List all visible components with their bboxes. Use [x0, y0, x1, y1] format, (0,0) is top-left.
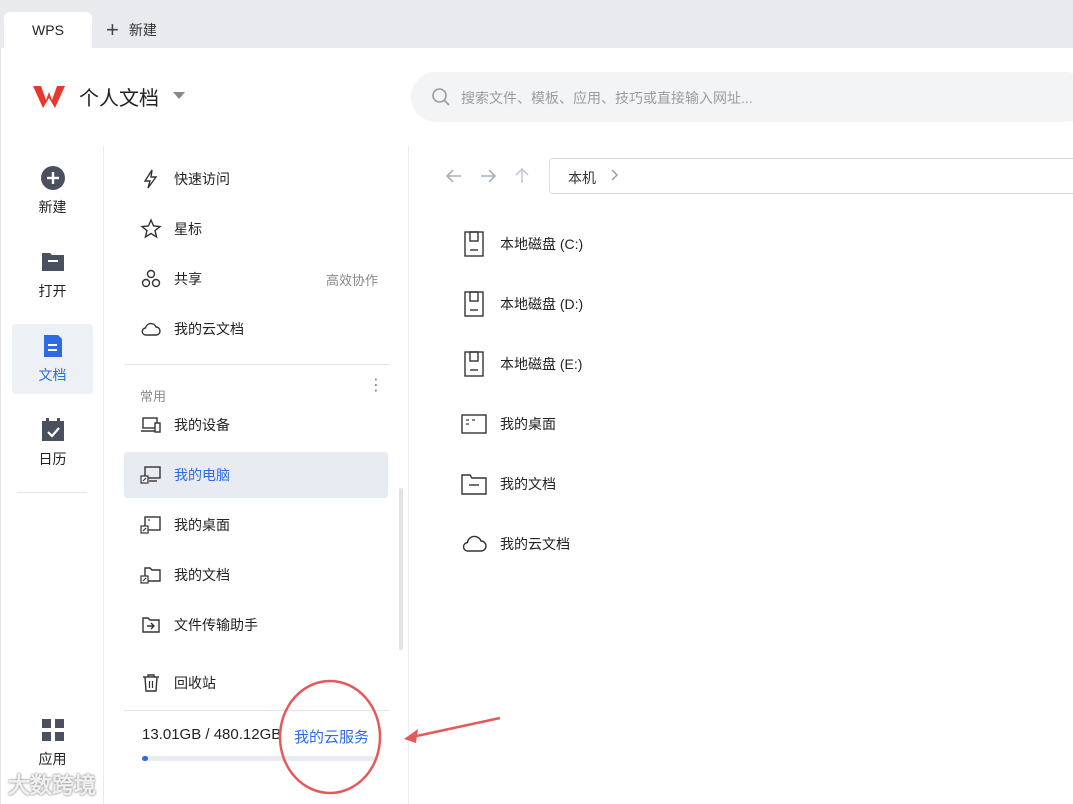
file-item-label: 本地磁盘 (C:): [500, 236, 584, 252]
nav-shared-label: 共享: [174, 271, 202, 287]
nav-my-desktop[interactable]: 我的桌面: [124, 502, 388, 548]
nav-shared[interactable]: 共享 高效协作: [124, 256, 388, 302]
rail-apps-label: 应用: [38, 751, 67, 767]
more-options-icon[interactable]: ⋮: [368, 378, 384, 394]
watermark-text: 大数跨境: [8, 773, 97, 798]
nav-my-documents[interactable]: 我的文档: [124, 552, 388, 598]
search-input[interactable]: 搜索文件、模板、应用、技巧或直接输入网址...: [411, 72, 1073, 122]
rail-calendar-label: 日历: [38, 451, 67, 467]
storage-usage: 13.01GB / 480.12GB: [142, 726, 282, 743]
tab-wps-label: WPS: [32, 22, 64, 38]
forward-arrow-icon[interactable]: [478, 166, 498, 186]
new-tab-label: 新建: [128, 22, 157, 38]
file-item-documents[interactable]: 我的文档: [460, 464, 556, 504]
file-item-label: 本地磁盘 (E:): [500, 356, 583, 372]
watermark: 大数跨境: [8, 768, 96, 800]
nav-recycle-bin-label: 回收站: [174, 675, 216, 691]
cloud-service-link[interactable]: 我的云服务: [294, 726, 369, 747]
nav-cloud-docs[interactable]: 我的云文档: [124, 306, 388, 352]
page-title[interactable]: 个人文档: [79, 82, 159, 111]
shared-collab-tag[interactable]: 高效协作: [326, 270, 378, 289]
lightning-icon: [143, 169, 158, 189]
panel-scrollbar[interactable]: [399, 488, 403, 650]
file-item-label: 我的云文档: [500, 536, 570, 552]
file-item-disk-e[interactable]: 本地磁盘 (E:): [460, 344, 582, 384]
file-item-disk-c[interactable]: 本地磁盘 (C:): [460, 224, 583, 264]
rail-documents-label: 文档: [38, 367, 67, 383]
back-arrow-icon[interactable]: [444, 166, 464, 186]
search-icon: [432, 88, 450, 106]
plus-circle-icon: [40, 166, 65, 190]
nav-panel: 快速访问 星标 共享 高效协作 我的云文档 常用 ⋮ 我的设备 我的电脑 我的桌…: [103, 146, 409, 804]
document-icon: [43, 335, 62, 357]
nav-my-documents-label: 我的文档: [174, 567, 230, 583]
rail-divider: [17, 492, 87, 493]
nav-my-computer-label: 我的电脑: [174, 467, 230, 483]
path-breadcrumb[interactable]: 本机: [549, 158, 1073, 194]
path-current[interactable]: 本机: [568, 168, 596, 188]
file-item-cloud-docs[interactable]: 我的云文档: [460, 524, 570, 564]
nav-my-desktop-label: 我的桌面: [174, 517, 230, 533]
nav-cloud-docs-label: 我的云文档: [174, 321, 244, 337]
tab-bar: WPS + 新建: [0, 0, 1073, 48]
folder-icon: [41, 253, 64, 271]
search-placeholder: 搜索文件、模板、应用、技巧或直接输入网址...: [461, 90, 753, 106]
documents-folder-icon: [140, 567, 161, 584]
file-item-disk-d[interactable]: 本地磁盘 (D:): [460, 284, 583, 324]
disk-icon: [464, 231, 484, 257]
tab-wps[interactable]: WPS: [4, 12, 92, 48]
new-tab-button[interactable]: + 新建: [106, 12, 157, 48]
nav-my-computer[interactable]: 我的电脑: [124, 452, 388, 498]
nav-recycle-bin[interactable]: 回收站: [124, 660, 388, 706]
nav-starred[interactable]: 星标: [124, 206, 388, 252]
nav-file-transfer[interactable]: 文件传输助手: [124, 602, 388, 648]
file-item-label: 本地磁盘 (D:): [500, 296, 584, 312]
disk-icon: [464, 351, 484, 377]
rail-new-label: 新建: [38, 199, 67, 215]
rail-calendar[interactable]: 日历: [12, 408, 93, 478]
computer-icon: [140, 466, 161, 484]
file-item-label: 我的桌面: [500, 416, 556, 432]
up-arrow-icon[interactable]: [512, 166, 532, 186]
rail-documents[interactable]: 文档: [12, 324, 93, 394]
cloud-icon: [141, 322, 161, 336]
file-item-desktop[interactable]: 我的桌面: [460, 404, 556, 444]
file-transfer-icon: [142, 617, 160, 633]
title-dropdown-icon[interactable]: [173, 92, 185, 99]
nav-my-devices-label: 我的设备: [174, 417, 230, 433]
device-icon: [141, 417, 161, 433]
rail-open[interactable]: 打开: [12, 240, 93, 310]
storage-progress-bar: [142, 756, 378, 761]
storage-progress-fill: [142, 756, 149, 761]
left-rail: 新建 打开 文档 日历 应用: [0, 146, 103, 804]
rail-open-label: 打开: [38, 283, 67, 299]
trash-icon: [143, 674, 159, 692]
header: 个人文档 搜索文件、模板、应用、技巧或直接输入网址...: [0, 48, 1073, 146]
nav-quick-access-label: 快速访问: [174, 171, 230, 187]
star-icon: [140, 218, 162, 239]
storage-divider: [124, 710, 390, 711]
desktop-icon: [461, 414, 487, 434]
main-pane: 本机 本地磁盘 (C:) 本地磁盘 (D:) 本地磁盘 (E:) 我的桌面 我的…: [410, 146, 1073, 804]
nav-my-devices[interactable]: 我的设备: [124, 402, 388, 448]
panel-divider: [124, 364, 390, 365]
calendar-icon: [41, 418, 64, 441]
rail-new[interactable]: 新建: [12, 156, 93, 226]
nav-starred-label: 星标: [174, 221, 202, 237]
disk-icon: [464, 291, 484, 317]
nav-file-transfer-label: 文件传输助手: [174, 617, 258, 633]
plus-icon: +: [106, 17, 119, 42]
file-item-label: 我的文档: [500, 476, 556, 492]
desktop-icon: [140, 516, 161, 534]
nav-quick-access[interactable]: 快速访问: [124, 156, 388, 202]
chevron-right-icon[interactable]: [608, 168, 622, 182]
share-icon: [141, 269, 161, 288]
apps-grid-icon: [41, 719, 64, 741]
wps-logo-icon: [33, 86, 65, 108]
folder-icon: [461, 474, 487, 495]
cloud-icon: [462, 535, 487, 552]
